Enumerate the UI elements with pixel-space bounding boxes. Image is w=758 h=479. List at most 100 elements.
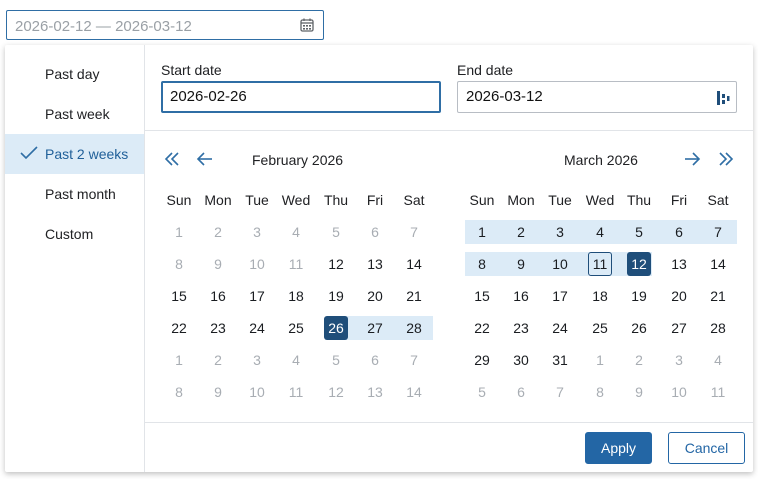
day-cell[interactable]: 15 bbox=[159, 280, 199, 312]
day-cell-outside-month[interactable]: 5 bbox=[316, 344, 356, 376]
day-cell-outside-month[interactable]: 7 bbox=[540, 376, 580, 408]
day-cell[interactable]: 8 bbox=[462, 248, 502, 280]
day-cell[interactable]: 9 bbox=[501, 248, 541, 280]
day-cell[interactable]: 23 bbox=[501, 312, 541, 344]
day-cell[interactable]: 3 bbox=[540, 216, 580, 248]
day-cell[interactable]: 5 bbox=[619, 216, 659, 248]
date-range-field[interactable]: 2026-02-12 — 2026-03-12 bbox=[6, 10, 324, 40]
day-cell[interactable]: 11 bbox=[580, 248, 620, 280]
day-cell-outside-month[interactable]: 7 bbox=[394, 344, 434, 376]
day-cell-outside-month[interactable]: 9 bbox=[619, 376, 659, 408]
day-cell[interactable]: 4 bbox=[580, 216, 620, 248]
day-cell-outside-month[interactable]: 9 bbox=[198, 376, 238, 408]
day-cell[interactable]: 17 bbox=[237, 280, 277, 312]
day-cell[interactable]: 12 bbox=[619, 248, 659, 280]
day-cell[interactable]: 27 bbox=[659, 312, 699, 344]
day-cell[interactable]: 22 bbox=[159, 312, 199, 344]
day-cell[interactable]: 29 bbox=[462, 344, 502, 376]
day-cell-outside-month[interactable]: 6 bbox=[355, 216, 395, 248]
day-cell[interactable]: 1 bbox=[462, 216, 502, 248]
day-cell[interactable]: 25 bbox=[580, 312, 620, 344]
day-cell[interactable]: 26 bbox=[316, 312, 356, 344]
day-cell-outside-month[interactable]: 13 bbox=[355, 376, 395, 408]
day-cell-outside-month[interactable]: 12 bbox=[316, 376, 356, 408]
day-cell[interactable]: 20 bbox=[659, 280, 699, 312]
day-cell[interactable]: 13 bbox=[355, 248, 395, 280]
calendar-icon[interactable] bbox=[300, 18, 314, 32]
day-cell[interactable]: 28 bbox=[698, 312, 738, 344]
previous-year-icon[interactable] bbox=[162, 148, 184, 170]
day-cell[interactable]: 6 bbox=[659, 216, 699, 248]
drag-handle-icon[interactable] bbox=[716, 90, 730, 106]
day-cell[interactable]: 17 bbox=[540, 280, 580, 312]
apply-button[interactable]: Apply bbox=[585, 432, 652, 464]
day-cell-outside-month[interactable]: 6 bbox=[501, 376, 541, 408]
day-cell[interactable]: 10 bbox=[540, 248, 580, 280]
day-cell-outside-month[interactable]: 4 bbox=[276, 216, 316, 248]
day-cell[interactable]: 7 bbox=[698, 216, 738, 248]
day-cell-outside-month[interactable]: 8 bbox=[159, 248, 199, 280]
day-cell[interactable]: 31 bbox=[540, 344, 580, 376]
day-cell[interactable]: 13 bbox=[659, 248, 699, 280]
day-cell-outside-month[interactable]: 11 bbox=[276, 248, 316, 280]
day-cell[interactable]: 2 bbox=[501, 216, 541, 248]
day-cell-outside-month[interactable]: 6 bbox=[355, 344, 395, 376]
day-cell-outside-month[interactable]: 2 bbox=[619, 344, 659, 376]
day-cell[interactable]: 14 bbox=[698, 248, 738, 280]
day-cell-outside-month[interactable]: 11 bbox=[276, 376, 316, 408]
day-cell-outside-month[interactable]: 10 bbox=[659, 376, 699, 408]
day-cell-outside-month[interactable]: 2 bbox=[198, 216, 238, 248]
day-cell-outside-month[interactable]: 11 bbox=[698, 376, 738, 408]
day-cell-outside-month[interactable]: 3 bbox=[237, 344, 277, 376]
preset-past-day[interactable]: Past day bbox=[5, 54, 144, 94]
day-cell[interactable]: 21 bbox=[394, 280, 434, 312]
day-cell[interactable]: 30 bbox=[501, 344, 541, 376]
preset-past-2-weeks[interactable]: Past 2 weeks bbox=[5, 134, 144, 174]
day-cell[interactable]: 19 bbox=[619, 280, 659, 312]
next-year-icon[interactable] bbox=[714, 148, 736, 170]
day-cell[interactable]: 15 bbox=[462, 280, 502, 312]
day-cell[interactable]: 14 bbox=[394, 248, 434, 280]
day-cell-outside-month[interactable]: 1 bbox=[159, 216, 199, 248]
previous-month-icon[interactable] bbox=[194, 148, 216, 170]
day-cell-outside-month[interactable]: 4 bbox=[698, 344, 738, 376]
day-cell[interactable]: 26 bbox=[619, 312, 659, 344]
preset-custom[interactable]: Custom bbox=[5, 214, 144, 254]
day-cell-outside-month[interactable]: 4 bbox=[276, 344, 316, 376]
day-cell[interactable]: 27 bbox=[355, 312, 395, 344]
day-cell[interactable]: 16 bbox=[198, 280, 238, 312]
day-cell[interactable]: 28 bbox=[394, 312, 434, 344]
day-cell-outside-month[interactable]: 2 bbox=[198, 344, 238, 376]
day-cell-outside-month[interactable]: 5 bbox=[316, 216, 356, 248]
day-cell[interactable]: 18 bbox=[580, 280, 620, 312]
day-cell-outside-month[interactable]: 8 bbox=[580, 376, 620, 408]
day-cell[interactable]: 16 bbox=[501, 280, 541, 312]
cancel-button[interactable]: Cancel bbox=[668, 432, 745, 464]
day-cell-outside-month[interactable]: 9 bbox=[198, 248, 238, 280]
day-cell[interactable]: 19 bbox=[316, 280, 356, 312]
day-cell-outside-month[interactable]: 10 bbox=[237, 376, 277, 408]
end-date-input[interactable]: 2026-03-12 bbox=[457, 81, 737, 113]
day-cell[interactable]: 24 bbox=[237, 312, 277, 344]
preset-past-month[interactable]: Past month bbox=[5, 174, 144, 214]
day-cell[interactable]: 23 bbox=[198, 312, 238, 344]
day-cell-outside-month[interactable]: 10 bbox=[237, 248, 277, 280]
day-cell-outside-month[interactable]: 5 bbox=[462, 376, 502, 408]
day-cell[interactable]: 25 bbox=[276, 312, 316, 344]
day-cell-outside-month[interactable]: 14 bbox=[394, 376, 434, 408]
day-cell-outside-month[interactable]: 8 bbox=[159, 376, 199, 408]
day-cell[interactable]: 12 bbox=[316, 248, 356, 280]
day-cell[interactable]: 20 bbox=[355, 280, 395, 312]
day-cell-outside-month[interactable]: 1 bbox=[580, 344, 620, 376]
day-cell-outside-month[interactable]: 1 bbox=[159, 344, 199, 376]
start-date-input[interactable]: 2026-02-26 bbox=[161, 81, 441, 113]
day-cell[interactable]: 24 bbox=[540, 312, 580, 344]
day-cell[interactable]: 22 bbox=[462, 312, 502, 344]
next-month-icon[interactable] bbox=[681, 148, 703, 170]
day-cell-outside-month[interactable]: 3 bbox=[237, 216, 277, 248]
day-cell[interactable]: 21 bbox=[698, 280, 738, 312]
day-cell-outside-month[interactable]: 7 bbox=[394, 216, 434, 248]
day-cell[interactable]: 18 bbox=[276, 280, 316, 312]
preset-past-week[interactable]: Past week bbox=[5, 94, 144, 134]
day-cell-outside-month[interactable]: 3 bbox=[659, 344, 699, 376]
